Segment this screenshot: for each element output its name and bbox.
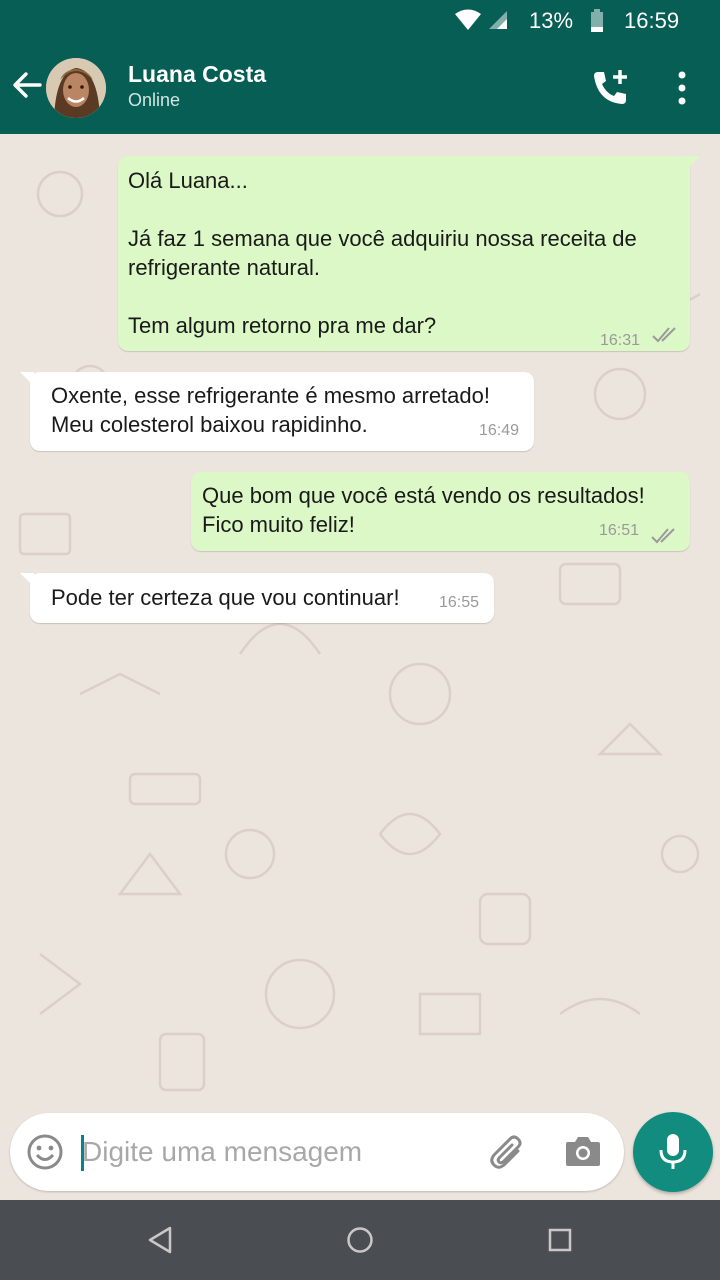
- bubble-tail-incoming: [20, 573, 34, 587]
- bubble-tail-outgoing: [686, 156, 700, 170]
- message-input[interactable]: [82, 1131, 472, 1173]
- message-text: Olá Luana... Já faz 1 semana que você ad…: [128, 168, 637, 338]
- double-check-icon: [652, 327, 676, 343]
- message-time: 16:31: [600, 332, 641, 349]
- message-time: 16:49: [479, 422, 520, 439]
- camera-icon[interactable]: [564, 1133, 602, 1169]
- message-outgoing[interactable]: Que bom que você está vendo os resultado…: [191, 472, 690, 551]
- contact-avatar[interactable]: [46, 58, 106, 118]
- nav-back-icon[interactable]: [146, 1226, 174, 1254]
- back-arrow-icon[interactable]: [10, 68, 44, 102]
- nav-recents-icon[interactable]: [548, 1228, 572, 1252]
- message-list[interactable]: Olá Luana... Já faz 1 semana que você ad…: [0, 134, 720, 1110]
- double-check-icon: [651, 528, 675, 544]
- contact-status: Online: [128, 90, 181, 110]
- message-time: 16:55: [439, 594, 480, 611]
- message-time: 16:51: [599, 522, 640, 539]
- nav-home-icon[interactable]: [346, 1226, 374, 1254]
- attach-icon[interactable]: [488, 1133, 528, 1173]
- battery-percent: 13%: [529, 8, 574, 33]
- message-incoming[interactable]: Oxente, esse refrigerante é mesmo arreta…: [30, 372, 534, 451]
- message-composer: [10, 1113, 624, 1191]
- more-vert-icon[interactable]: [668, 68, 696, 108]
- status-bar: 13% 16:59: [0, 0, 720, 42]
- message-incoming[interactable]: Pode ter certeza que vou continuar! 16:5…: [30, 573, 494, 623]
- emoji-icon[interactable]: [26, 1133, 64, 1171]
- message-outgoing[interactable]: Olá Luana... Já faz 1 semana que você ad…: [118, 156, 690, 351]
- add-call-icon[interactable]: [590, 68, 630, 108]
- signal-icon: [489, 11, 507, 29]
- wifi-icon: [455, 9, 481, 30]
- battery-icon: [591, 9, 603, 32]
- chat-header: Luana Costa Online: [0, 42, 720, 134]
- contact-name[interactable]: Luana Costa: [128, 61, 266, 88]
- bubble-tail-incoming: [20, 372, 34, 386]
- message-text: Oxente, esse refrigerante é mesmo arreta…: [51, 383, 490, 437]
- status-time: 16:59: [624, 8, 680, 33]
- mic-icon: [659, 1134, 687, 1169]
- system-nav-bar: [0, 1200, 720, 1280]
- message-text: Pode ter certeza que vou continuar!: [51, 585, 400, 610]
- mic-button[interactable]: [633, 1112, 713, 1192]
